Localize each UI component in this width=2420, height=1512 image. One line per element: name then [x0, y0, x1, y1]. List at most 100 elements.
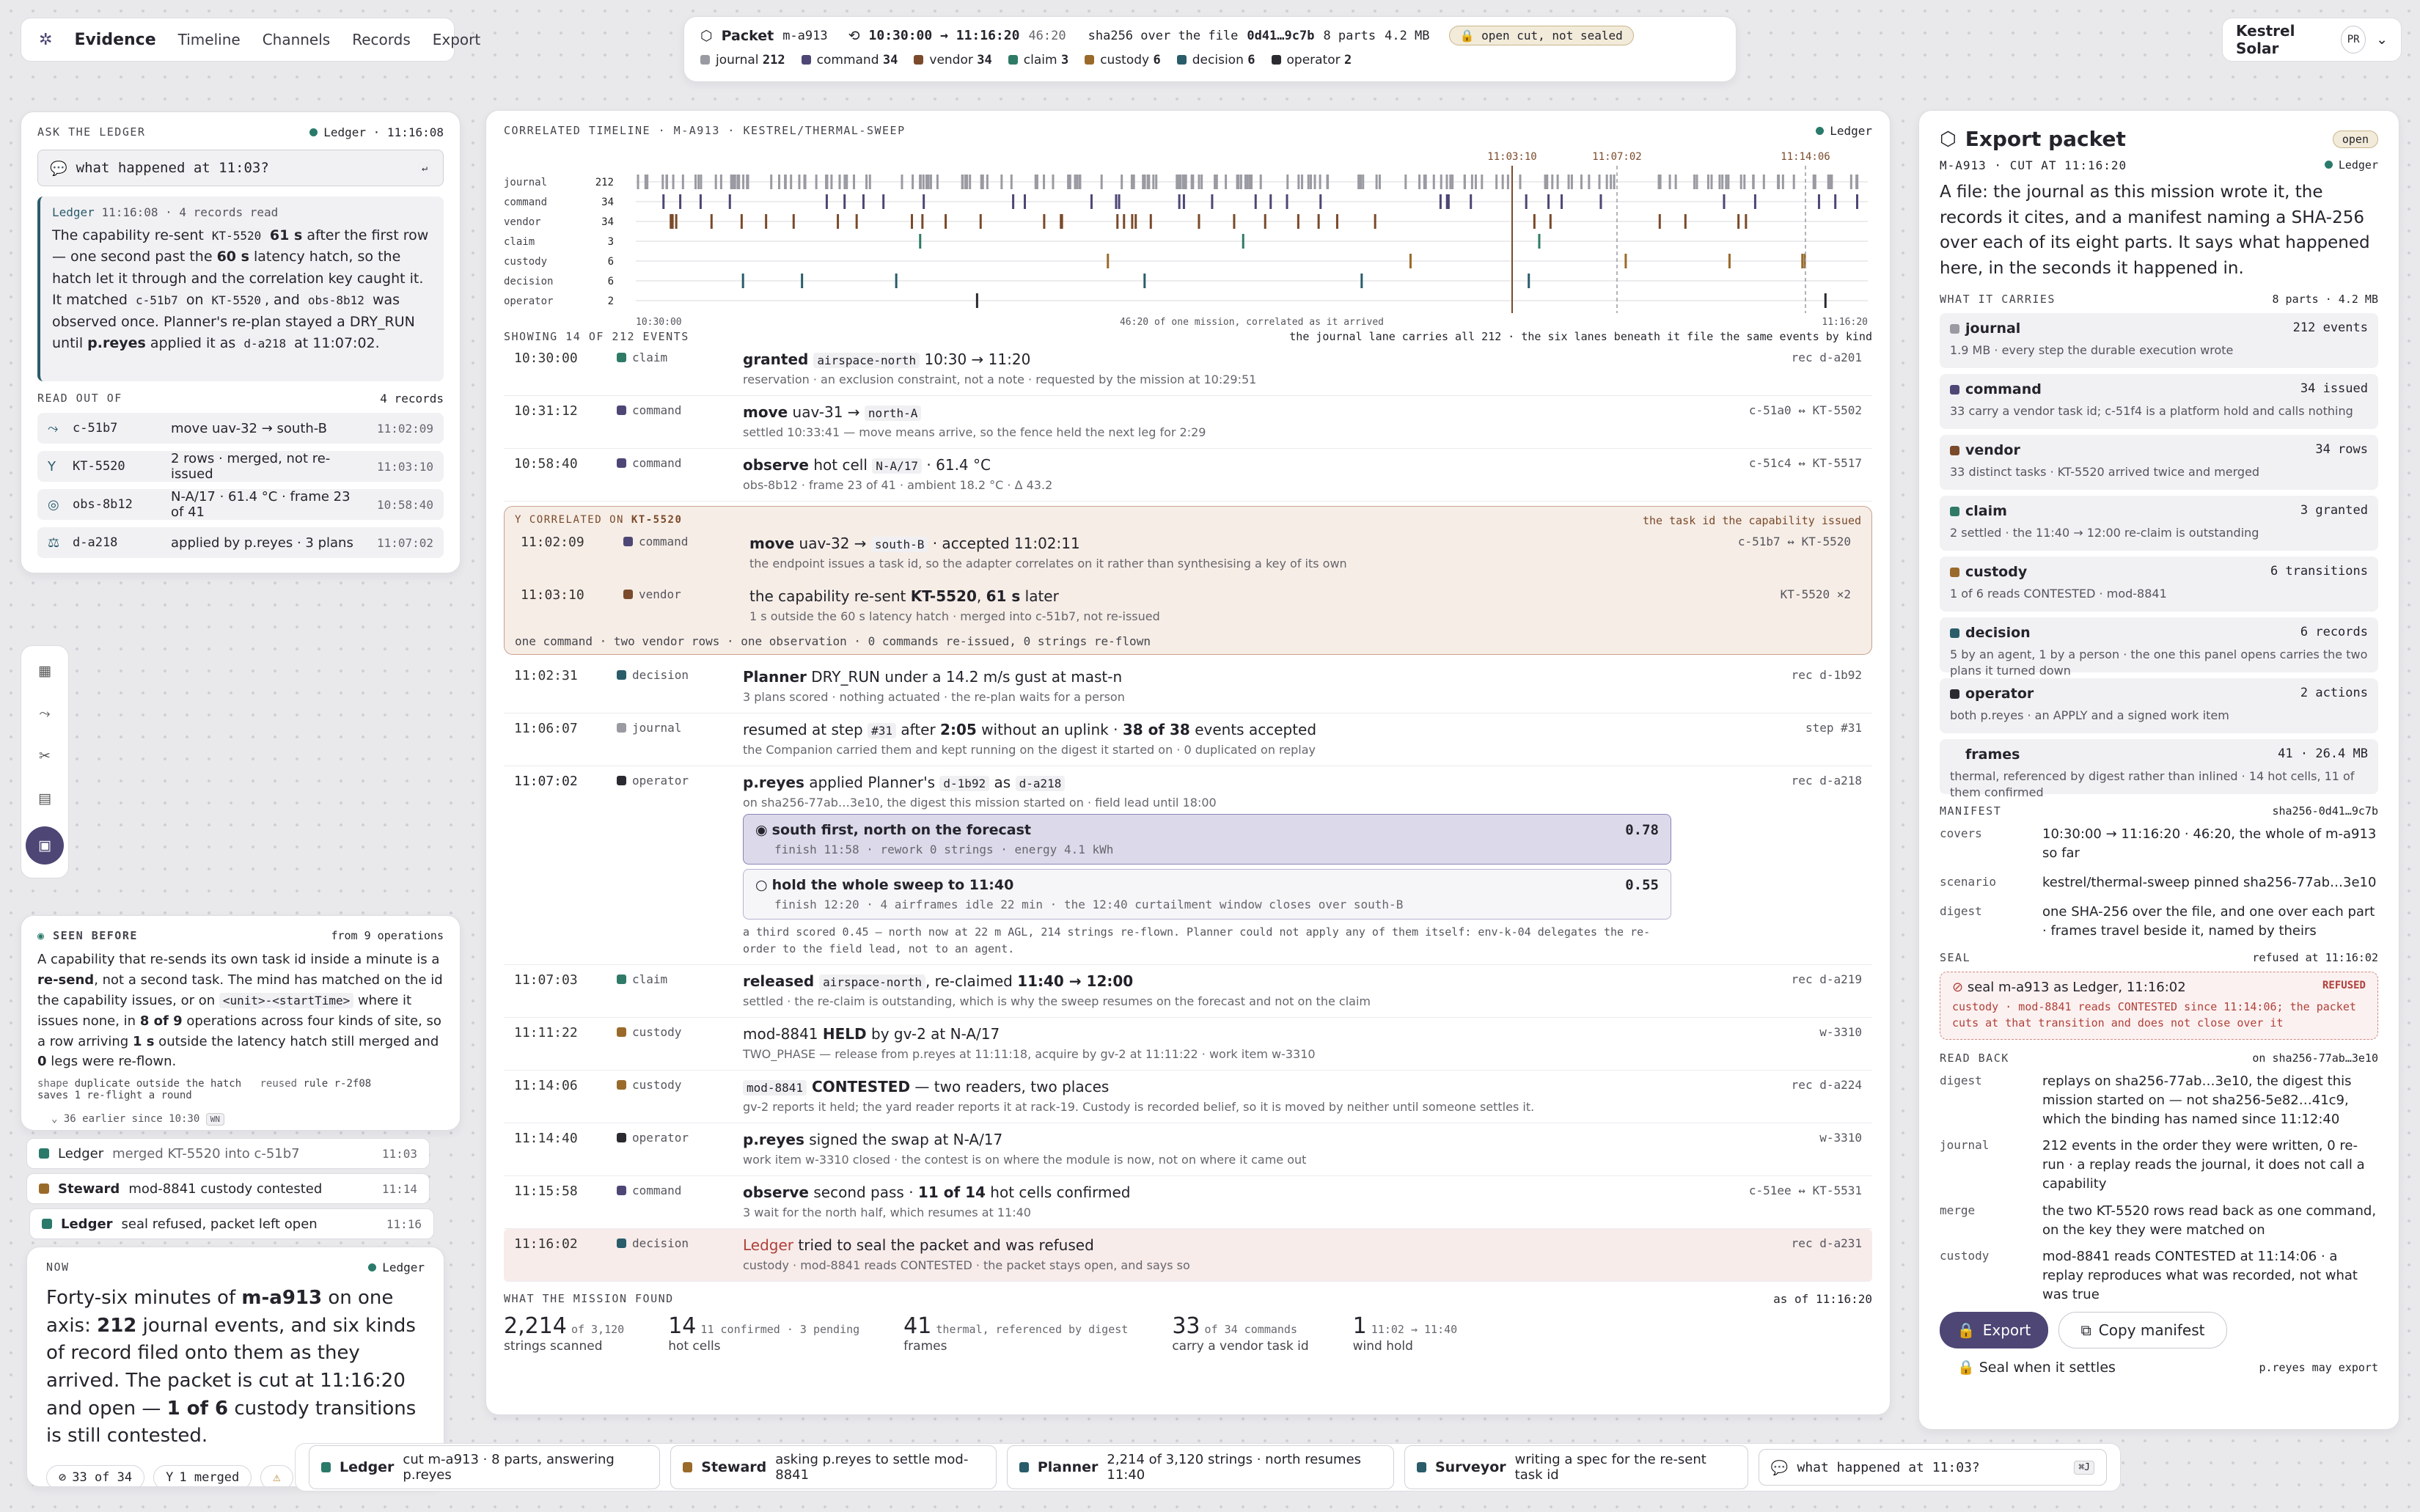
event-row[interactable]: 11:14:06 custody mod-8841 CONTESTED — two … — [504, 1071, 1872, 1123]
now-text: Forty-six minutes of m-a913 on one axis:… — [46, 1287, 417, 1447]
lane-tick — [1610, 175, 1613, 189]
lane-tick — [1360, 274, 1363, 288]
export-lead: A file: the journal as this mission wrot… — [1940, 183, 2370, 278]
stream-item[interactable]: Ledger seal refused, packet left open 11:1… — [29, 1208, 434, 1239]
lane-tick — [765, 214, 768, 229]
merge-icon: Y — [515, 514, 522, 526]
agent-steward[interactable]: Steward asking p.reyes to settle mod-8841 — [670, 1445, 997, 1489]
record-item[interactable]: ⚖ d-a218 applied by p.reyes · 3 plans 11:07… — [37, 527, 444, 558]
stream-item[interactable]: Steward mod-8841 custody contested 11:14 — [26, 1173, 430, 1204]
seal-meta: refused at 11:16:02 — [2252, 951, 2378, 965]
lane-tick — [665, 175, 668, 189]
earlier-toggle[interactable]: ⌄ 36 earlier since 10:30 WN — [51, 1113, 224, 1126]
copy-icon: ⧉ — [2080, 1321, 2091, 1339]
lane-label: claim — [504, 236, 535, 248]
part-decision[interactable]: decision 6 records 5 by an agent, 1 by a p… — [1940, 617, 2378, 678]
event-row[interactable]: 11:07:03 claim released airspace-north, re… — [504, 965, 1872, 1018]
record-item[interactable]: Y KT-5520 2 rows · merged, not re-issued 11… — [37, 451, 444, 482]
lane-tick — [1249, 175, 1252, 189]
seal-status-badge: 🔒 open cut, not sealed — [1448, 26, 1634, 45]
lane-tick — [975, 293, 978, 308]
lane-tick — [862, 194, 865, 209]
part-command[interactable]: command 34 issued 33 carry a vendor task i… — [1940, 374, 2378, 429]
agent-surveyor[interactable]: Surveyor writing a spec for the re-sent t… — [1404, 1445, 1748, 1489]
chip-commands[interactable]: ⊘ 33 of 34 — [46, 1465, 145, 1486]
record-icon: Y — [48, 458, 56, 474]
plan-option[interactable]: ○ hold the whole sweep to 11:40 0.55 finis… — [743, 869, 1671, 920]
lane-tick — [804, 175, 807, 189]
lane-tick — [1470, 175, 1473, 189]
part-journal[interactable]: journal 212 events 1.9 MB · every step the… — [1940, 313, 2378, 368]
nav-timeline[interactable]: Timeline — [178, 31, 241, 48]
export-button[interactable]: 🔒 Export — [1940, 1312, 2048, 1348]
agent-ledger[interactable]: Ledger cut m-a913 · 8 parts, answering p.… — [309, 1445, 661, 1489]
lane-tick — [1481, 175, 1484, 189]
manifest-hash: sha256-0d41…9c7b — [2272, 804, 2379, 818]
lane-tick — [697, 175, 700, 189]
correlated-row[interactable]: 11:03:10 vendor the capability re-sent KT-… — [515, 580, 1861, 633]
lane-tick — [1693, 175, 1696, 189]
part-claim[interactable]: claim 3 granted 2 settled · the 11:40 → 12… — [1940, 496, 2378, 551]
document-icon[interactable]: ▣ — [26, 826, 64, 865]
part-vendor[interactable]: vendor 34 rows 33 distinct tasks · KT-5520… — [1940, 435, 2378, 490]
brand[interactable]: Evidence — [74, 31, 155, 49]
copy-manifest-button[interactable]: ⧉ Copy manifest — [2058, 1312, 2227, 1348]
lane-tick — [1528, 274, 1530, 288]
event-row[interactable]: 11:15:58 command observe second pass · 11 … — [504, 1176, 1872, 1229]
record-item[interactable]: ◎ obs-8b12 N-A/17 · 61.4 °C · frame 23 of … — [37, 489, 444, 520]
nav-records[interactable]: Records — [352, 31, 411, 48]
scissors-icon[interactable]: ✂ — [29, 741, 61, 771]
lane-tick — [1445, 175, 1448, 189]
event-row[interactable]: 11:16:02 decision Ledger tried to seal the… — [504, 1229, 1872, 1282]
correlated-row[interactable]: 11:02:09 command move uav-32 → south-B · a… — [515, 527, 1861, 580]
brain-icon: ◉ — [37, 929, 45, 942]
lane-tick — [801, 274, 804, 288]
account-switcher[interactable]: Kestrel Solar PR ⌄ — [2222, 18, 2402, 62]
event-row[interactable]: 11:14:40 operator p.reyes signed the swap … — [504, 1123, 1872, 1176]
lane-tick — [1074, 175, 1077, 189]
plan-option[interactable]: ◉ south first, north on the forecast 0.78… — [743, 814, 1671, 865]
answer-text: The capability re-sent KT-5520 61 s afte… — [52, 227, 429, 352]
seen-text: A capability that re-sends its own task … — [37, 952, 443, 1070]
lane-tick — [1814, 175, 1816, 189]
bottom-query-input[interactable]: 💬 what happened at 11:03? ⌘J — [1758, 1449, 2107, 1486]
route-icon[interactable]: ⤳ — [29, 699, 61, 728]
event-row[interactable]: 11:02:31 decision Planner DRY_RUN under a … — [504, 661, 1872, 713]
lane-count: 2 — [608, 296, 614, 307]
event-row[interactable]: 11:11:22 custody mod-8841 HELD by gv-2 at … — [504, 1018, 1872, 1071]
lane-tick — [1242, 234, 1244, 249]
part-custody[interactable]: custody 6 transitions 1 of 6 reads CONTEST… — [1940, 557, 2378, 612]
lane-tick — [1404, 175, 1407, 189]
event-row[interactable]: 10:30:00 claim granted airspace-north 10:3… — [504, 343, 1872, 396]
agent-planner[interactable]: Planner 2,214 of 3,120 strings · north re… — [1006, 1445, 1395, 1489]
lane-tick — [846, 175, 848, 189]
lane-tick — [1317, 214, 1320, 229]
lane-tick — [969, 175, 972, 189]
record-item[interactable]: ⤳ c-51b7 move uav-32 → south-B 11:02:09 — [37, 413, 444, 444]
part-operator[interactable]: operator 2 actions both p.reyes · an APPLY… — [1940, 678, 2378, 733]
lane-tick — [1043, 214, 1046, 229]
ask-input[interactable]: 💬 what happened at 11:03? ↵ — [37, 150, 444, 186]
event-row[interactable]: 10:58:40 command observe hot cell N-A/17 ·… — [504, 449, 1872, 502]
lane-tick — [1588, 175, 1591, 189]
nav-channels[interactable]: Channels — [263, 31, 331, 48]
chip-warning[interactable]: ⚠ — [260, 1465, 293, 1486]
chip-merged[interactable]: Y1 merged — [153, 1465, 252, 1486]
map-icon[interactable]: ▦ — [29, 656, 61, 686]
lane-tick — [1739, 175, 1742, 189]
event-row[interactable]: 11:06:07 journal resumed at step #31 after… — [504, 713, 1872, 766]
operator-row[interactable]: 11:07:02 operator p.reyes applied Planner'… — [504, 766, 1872, 965]
part-frames[interactable]: frames 41 · 26.4 MB thermal, referenced by… — [1940, 739, 2378, 799]
clipboard-icon[interactable]: ▤ — [29, 784, 61, 813]
lane-tick — [741, 274, 744, 288]
lock-icon: 🔒 — [1957, 1321, 1976, 1339]
event-row[interactable]: 10:31:12 command move uav-31 → north-A sett… — [504, 396, 1872, 449]
lane-tick — [1010, 175, 1013, 189]
nav-export[interactable]: Export — [433, 31, 480, 48]
seal-button[interactable]: 🔒 Seal when it settles — [1940, 1359, 2116, 1376]
lane-count: 6 — [608, 276, 614, 287]
lane-tick — [815, 175, 818, 189]
account-name: Kestrel Solar — [2236, 22, 2295, 57]
chevron-down-icon: ⌄ — [2376, 32, 2388, 48]
stream-item[interactable]: Ledger merged KT-5520 into c-51b7 11:03 — [26, 1138, 430, 1169]
